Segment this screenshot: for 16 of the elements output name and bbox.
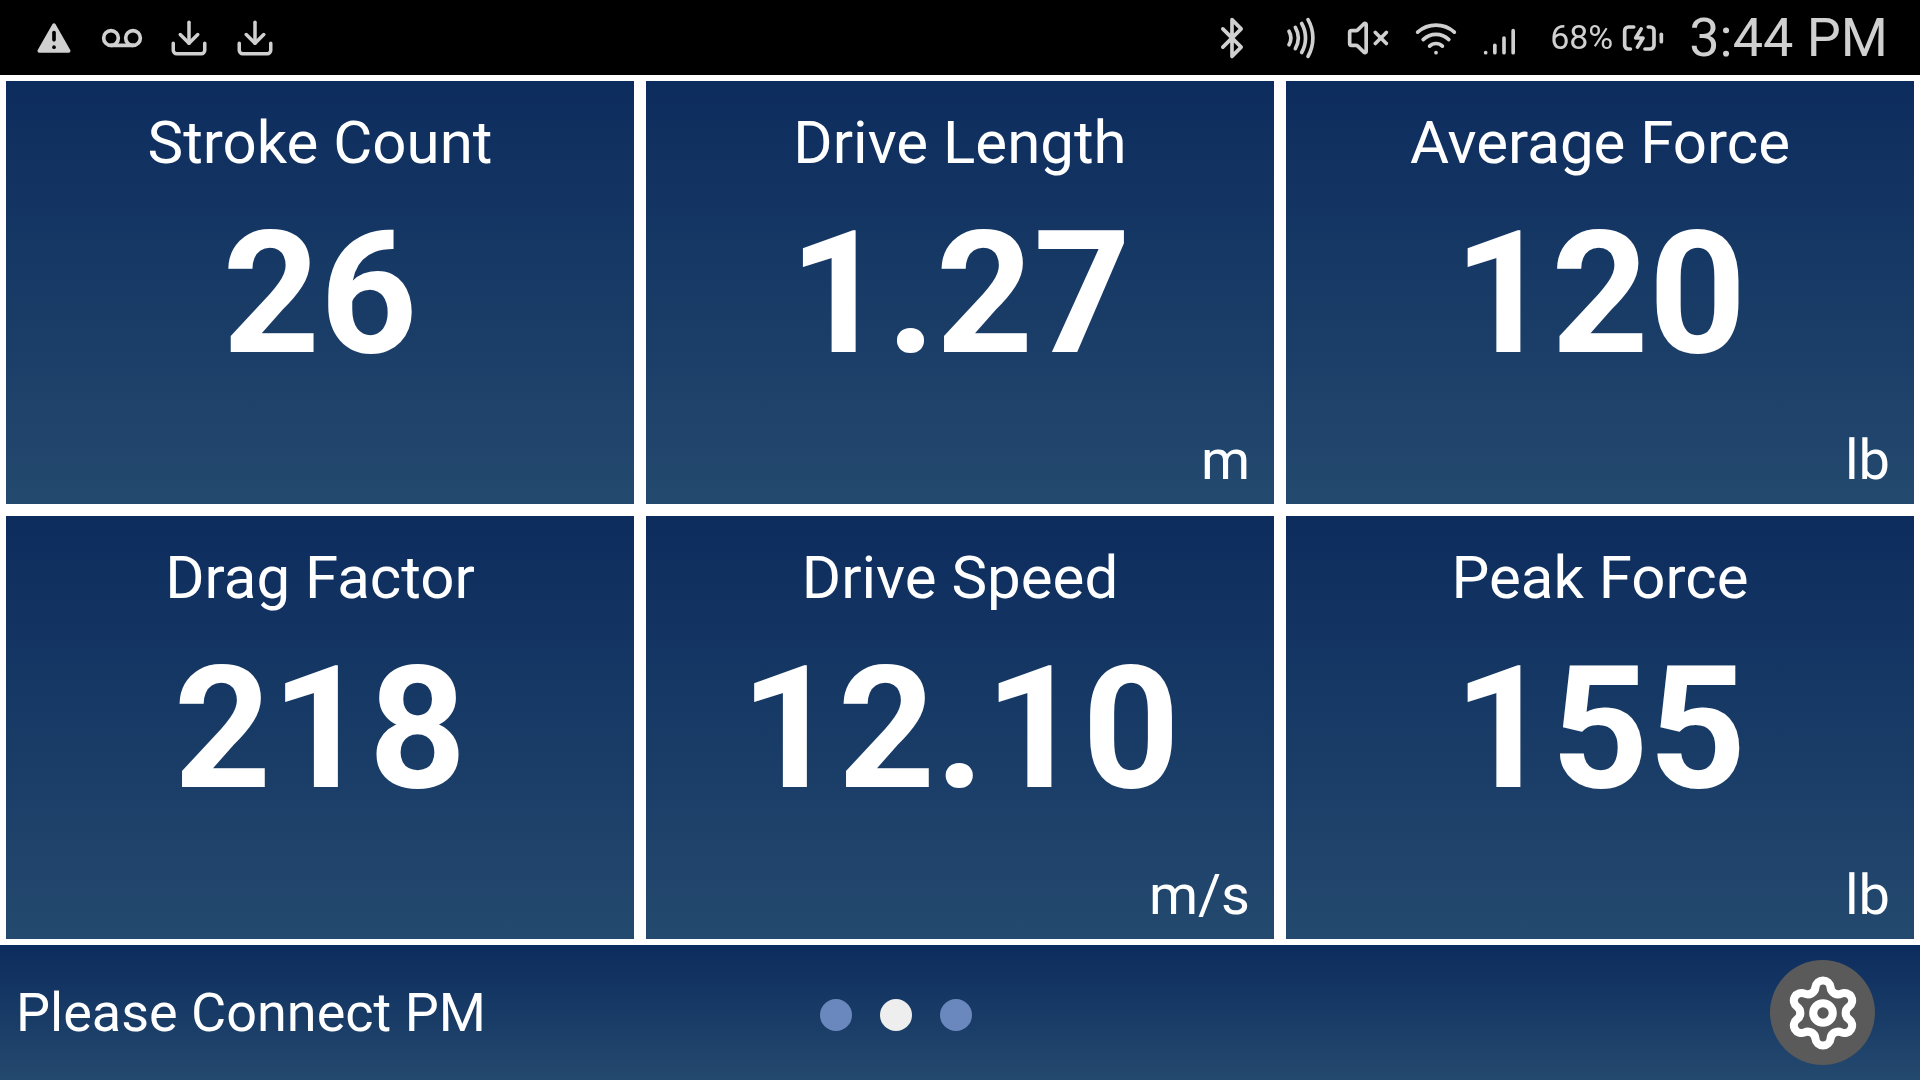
metric-value: 120 — [1453, 209, 1747, 379]
metric-value: 26 — [222, 209, 418, 379]
clock: 3:44 PM — [1689, 5, 1888, 71]
status-message: Please Connect PM — [16, 980, 486, 1046]
metric-unit: m/s — [1148, 867, 1250, 923]
metric-unit: lb — [1844, 867, 1890, 923]
battery-percent: 68% — [1550, 16, 1614, 59]
metric-unit: lb — [1844, 432, 1890, 488]
metric-value: 12.10 — [740, 644, 1180, 814]
metric-label: Stroke Count — [147, 113, 493, 173]
metric-value: 218 — [173, 644, 467, 814]
metric-label: Drive Speed — [801, 548, 1119, 608]
metric-label: Peak Force — [1451, 548, 1749, 608]
metric-unit: m — [1200, 432, 1250, 488]
metric-value: 1.27 — [789, 209, 1131, 379]
metric-value: 155 — [1453, 644, 1747, 814]
